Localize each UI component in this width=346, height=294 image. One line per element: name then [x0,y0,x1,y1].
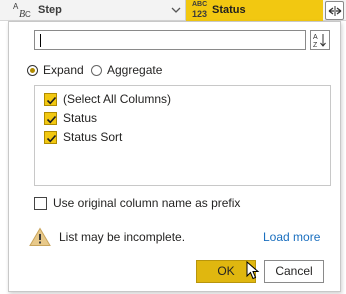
list-item-label: Status [63,111,98,125]
list-item-label: (Select All Columns) [63,92,172,106]
expand-dialog: A Z Expand Aggregate (Select All Columns… [8,21,341,292]
prefix-option[interactable]: Use original column name as prefix [34,196,240,210]
cancel-button[interactable]: Cancel [264,260,324,283]
checkbox-checked[interactable] [44,130,57,144]
prefix-checkbox[interactable] [34,196,47,210]
status-column-header[interactable]: ABC 123 Status [186,0,323,21]
mouse-cursor-icon [246,261,260,280]
prefix-label: Use original column name as prefix [53,196,241,210]
column-header-row: A B C Step ABC 123 Status [0,0,346,21]
text-caret [40,34,41,47]
checkmark-icon [46,115,57,123]
column-list[interactable]: (Select All Columns) Status Status Sort [34,85,331,186]
search-input[interactable] [35,31,305,49]
warning-icon [29,227,51,246]
aggregate-radio[interactable] [91,64,102,76]
step-column-header[interactable]: A B C Step [0,0,186,21]
search-field[interactable] [34,30,306,50]
sort-az-icon: A Z [313,34,326,49]
expand-column-button[interactable] [325,1,344,20]
expand-radio-option[interactable]: Expand [27,62,84,78]
expand-arrows-icon [328,6,342,16]
list-item[interactable]: Status [44,110,97,126]
svg-text:A: A [313,34,318,41]
svg-text:Z: Z [313,42,318,49]
chevron-down-icon[interactable] [171,6,181,14]
checkmark-icon [46,134,57,142]
any-type-icon-abc: ABC [192,1,208,8]
sort-az-button[interactable]: A Z [310,30,330,50]
list-item[interactable]: (Select All Columns) [44,91,171,107]
aggregate-radio-label: Aggregate [107,63,163,77]
status-column-label: Status [212,4,246,16]
checkmark-icon [46,96,57,104]
any-type-icon-123: 123 [192,9,208,19]
svg-text:C: C [25,10,31,19]
list-item[interactable]: Status Sort [44,129,122,145]
load-more-link[interactable]: Load more [263,230,320,244]
list-item-label: Status Sort [63,130,123,144]
step-column-label: Step [38,4,62,16]
checkbox-checked[interactable] [44,92,57,106]
warning-row: List may be incomplete. [29,226,185,248]
aggregate-radio-option[interactable]: Aggregate [91,62,162,78]
checkbox-checked[interactable] [44,111,57,125]
warning-text: List may be incomplete. [59,230,186,244]
expand-radio-label: Expand [43,63,84,77]
text-type-icon: A B C [13,2,31,19]
expand-radio[interactable] [27,64,38,76]
